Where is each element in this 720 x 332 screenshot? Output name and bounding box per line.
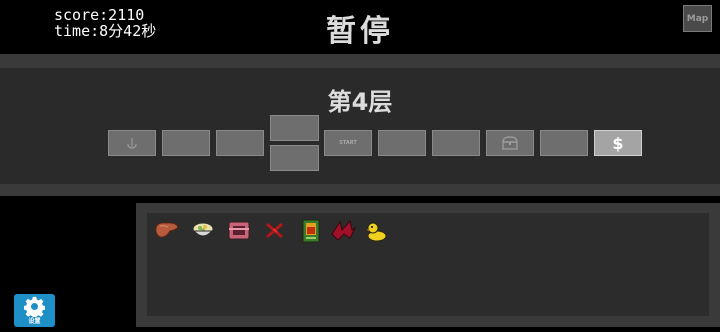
dollar-icon: $ bbox=[612, 133, 624, 153]
room bbox=[270, 115, 319, 141]
bowl-icon[interactable] bbox=[190, 218, 216, 244]
room-start: START bbox=[324, 130, 372, 156]
room bbox=[432, 130, 480, 156]
room-stairs bbox=[108, 130, 156, 156]
rubber-duck-icon[interactable] bbox=[364, 218, 390, 244]
liver-icon[interactable] bbox=[154, 218, 180, 244]
room bbox=[216, 130, 264, 156]
pink-box-icon[interactable] bbox=[226, 218, 252, 244]
red-crossed-icon[interactable] bbox=[262, 218, 288, 244]
floor-label: 第4层 bbox=[327, 88, 393, 116]
pause-title: 暂停 bbox=[326, 14, 394, 49]
red-wings-icon[interactable] bbox=[330, 218, 356, 244]
gear-icon bbox=[24, 296, 45, 317]
room bbox=[540, 130, 588, 156]
chest-icon bbox=[502, 136, 518, 150]
room-treasure bbox=[486, 130, 534, 156]
card-icon[interactable] bbox=[298, 218, 324, 244]
room-shop: $ bbox=[594, 130, 642, 156]
start-room-label: START bbox=[339, 140, 357, 146]
map-button[interactable]: Map bbox=[683, 5, 712, 32]
anchor-icon bbox=[127, 138, 137, 149]
room bbox=[378, 130, 426, 156]
room bbox=[270, 145, 319, 171]
settings-button[interactable]: 设置 bbox=[14, 294, 55, 327]
room bbox=[162, 130, 210, 156]
settings-label: 设置 bbox=[28, 318, 41, 325]
